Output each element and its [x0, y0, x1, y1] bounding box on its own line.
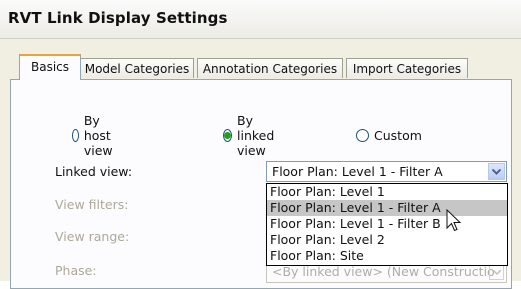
view-filters-label: View filters:: [55, 197, 129, 212]
phase-select-value: <By linked view> (New Constructio: [272, 264, 495, 279]
window-title: RVT Link Display Settings: [8, 9, 228, 27]
tab-label: Import Categories: [352, 62, 462, 76]
tab-label: Basics: [30, 60, 70, 74]
radio-circle: [356, 128, 369, 142]
title-bar[interactable]: RVT Link Display Settings: [0, 0, 521, 39]
radio-by-linked-view[interactable]: By linked view: [223, 113, 278, 158]
option-label: Floor Plan: Level 1 - Filter B: [270, 216, 441, 231]
option-label: Floor Plan: Site: [270, 248, 364, 263]
dropdown-option[interactable]: Floor Plan: Level 1: [267, 184, 507, 200]
tab-annotation-categories[interactable]: Annotation Categories: [197, 58, 343, 78]
tab-label: Model Categories: [84, 62, 190, 76]
tab-import-categories[interactable]: Import Categories: [346, 58, 468, 78]
linked-view-label: Linked view:: [55, 164, 133, 179]
rvt-link-display-settings-dialog: RVT Link Display Settings Basics Model C…: [0, 0, 521, 289]
chevron-down-icon[interactable]: [488, 163, 505, 180]
radio-dot: [224, 131, 231, 139]
option-label: Floor Plan: Level 1: [270, 184, 385, 199]
tab-label: Annotation Categories: [202, 62, 338, 76]
radio-by-host-view[interactable]: By host view: [72, 113, 119, 158]
dropdown-option[interactable]: Floor Plan: Level 1 - Filter B: [267, 216, 507, 232]
mouse-pointer-icon: [446, 208, 462, 237]
tab-model-categories[interactable]: Model Categories: [80, 58, 194, 78]
view-range-label: View range:: [55, 229, 130, 244]
radio-circle-selected: [223, 128, 232, 142]
radio-label: By host view: [83, 112, 113, 158]
option-label: Floor Plan: Level 2: [270, 232, 385, 247]
radio-custom[interactable]: Custom: [356, 125, 422, 145]
radio-label: By linked view: [237, 112, 275, 158]
chevron-down-icon: [489, 265, 504, 280]
linked-view-dropdown-list: Floor Plan: Level 1 Floor Plan: Level 1 …: [266, 183, 508, 266]
dropdown-option-highlighted[interactable]: Floor Plan: Level 1 - Filter A: [267, 200, 507, 216]
linked-view-select-value: Floor Plan: Level 1 - Filter A: [272, 164, 443, 179]
tab-basics[interactable]: Basics: [19, 54, 81, 80]
linked-view-select[interactable]: Floor Plan: Level 1 - Filter A: [266, 161, 507, 182]
radio-circle: [72, 128, 79, 142]
dropdown-option[interactable]: Floor Plan: Level 2: [267, 232, 507, 248]
dropdown-option[interactable]: Floor Plan: Site: [267, 248, 507, 264]
phase-label: Phase:: [55, 263, 97, 278]
radio-label: Custom: [374, 127, 422, 143]
option-label: Floor Plan: Level 1 - Filter A: [270, 200, 441, 215]
